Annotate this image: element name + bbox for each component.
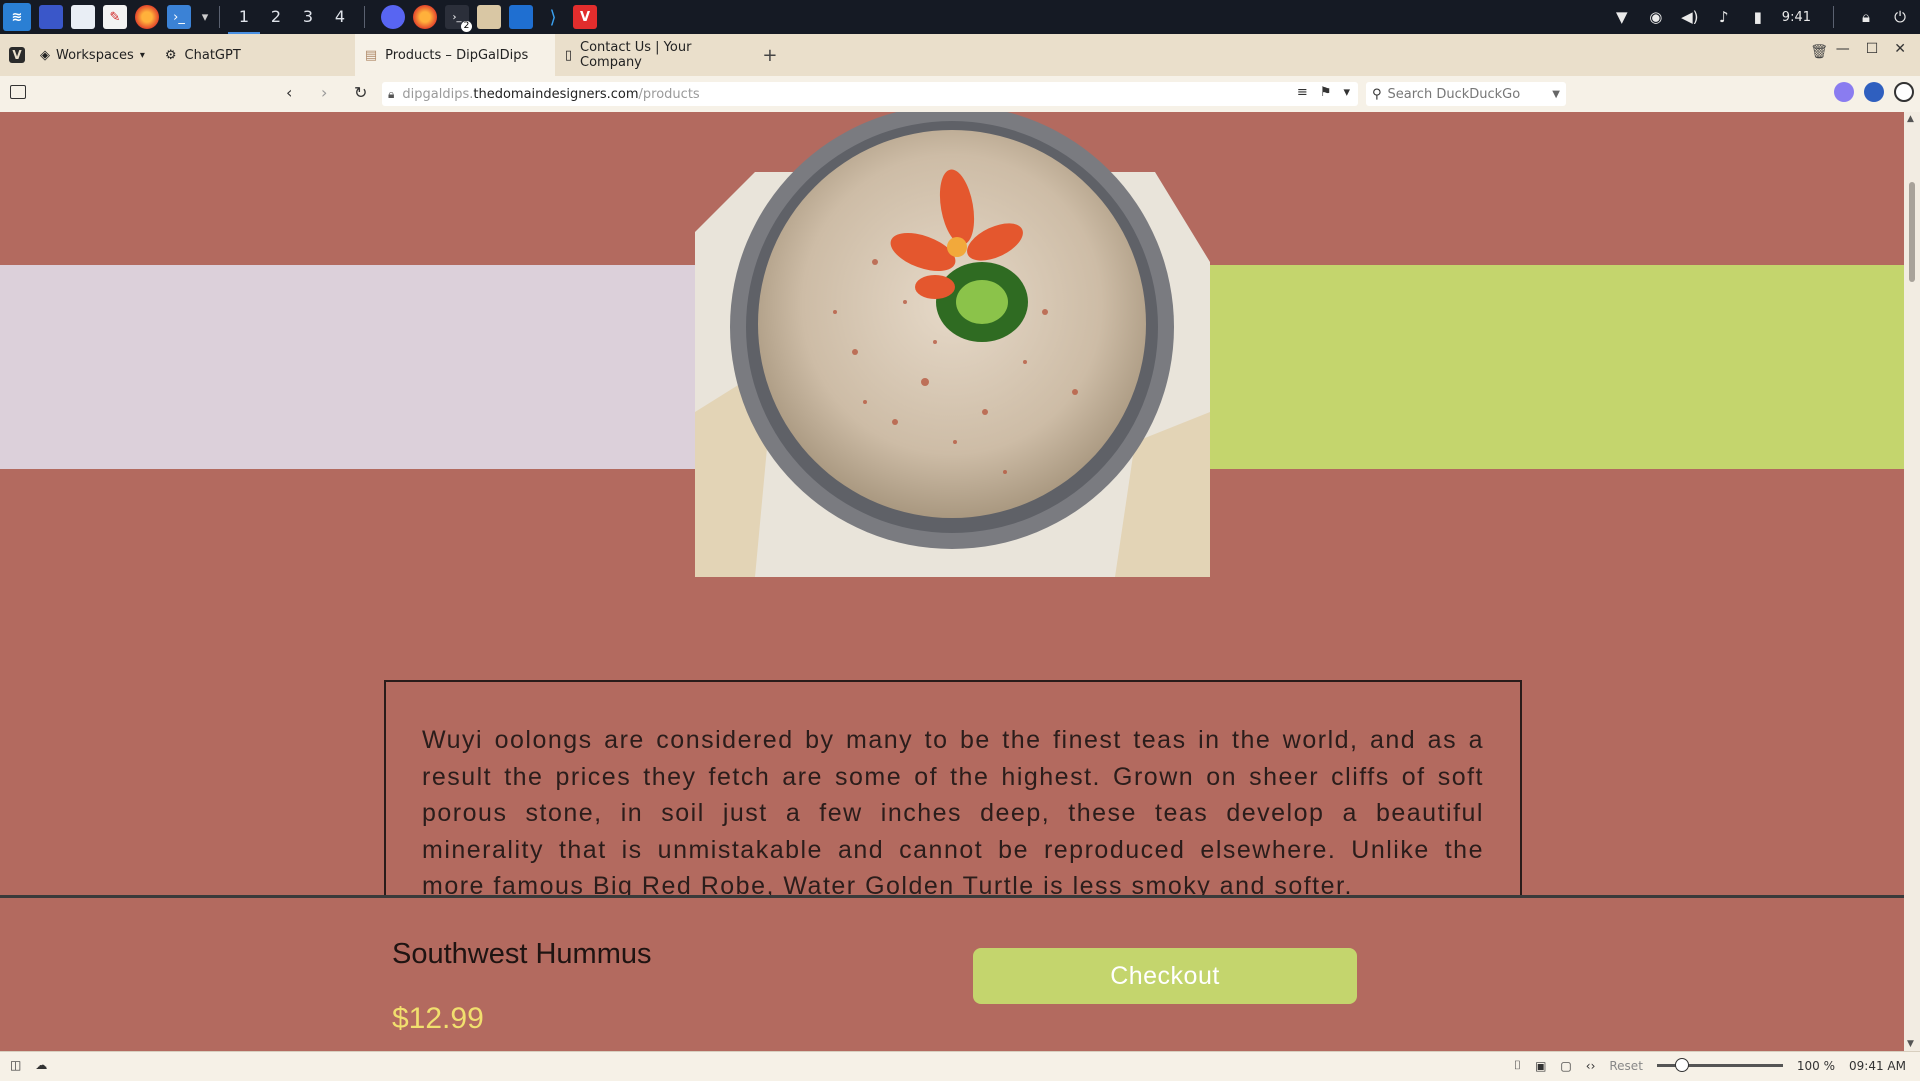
code-icon[interactable]: ‹› — [1586, 1059, 1596, 1073]
zoom-slider[interactable] — [1656, 1058, 1783, 1072]
globe-extension-icon[interactable] — [1864, 82, 1884, 102]
decorative-band-right — [1208, 265, 1904, 469]
taskbar-divider — [1833, 6, 1834, 28]
chevron-down-icon[interactable]: ▾ — [1343, 85, 1350, 100]
vscode-window-icon[interactable]: ⟩ — [541, 5, 565, 29]
status-clock: 09:41 AM — [1849, 1058, 1906, 1073]
terminal-icon[interactable]: ›_ — [167, 5, 191, 29]
chevron-down-icon[interactable]: ▼ — [1552, 89, 1560, 100]
panel-icon[interactable]: ◫ — [10, 1058, 21, 1072]
zoom-level: 100 % — [1796, 1058, 1836, 1073]
taskbar-divider — [219, 6, 220, 28]
desktop-icon[interactable] — [39, 5, 63, 29]
workspaces-button[interactable]: ◈ Workspaces ▾ — [34, 34, 155, 76]
tab-label: ChatGPT — [184, 47, 241, 63]
volume-icon[interactable]: ◀) — [1680, 7, 1700, 27]
lock-icon[interactable]: 🔒︎ — [388, 87, 394, 102]
notes-window-icon[interactable] — [477, 5, 501, 29]
taskbar-divider — [364, 6, 365, 28]
workspace-1[interactable]: 1 — [228, 0, 260, 34]
image-icon[interactable]: ▣ — [1535, 1059, 1546, 1073]
document-viewer-icon[interactable]: ✎ — [103, 5, 127, 29]
product-image — [695, 112, 1210, 577]
bookmark-icon[interactable]: ⚑ — [1320, 85, 1332, 100]
cloud-sync-icon[interactable]: ☁ — [35, 1058, 47, 1072]
purchase-bar: Southwest Hummus $12.99 Checkout — [0, 895, 1904, 1051]
workspaces-label: Workspaces — [56, 47, 134, 63]
discord-window-icon[interactable] — [381, 5, 405, 29]
notification-bell-icon[interactable]: ♪ — [1714, 7, 1734, 27]
product-price: $12.99 — [392, 1002, 484, 1035]
chevron-down-icon[interactable]: ▾ — [199, 5, 211, 29]
search-icon: ⚲ — [1372, 86, 1382, 102]
taskbar-clock: 9:41 — [1781, 9, 1811, 25]
wifi-icon[interactable]: ▼ — [1612, 7, 1632, 27]
vivaldi-menu-button[interactable]: V — [0, 34, 34, 76]
tiling-icon[interactable]: ▢ — [1560, 1059, 1571, 1073]
firefox-window-icon[interactable] — [413, 5, 437, 29]
close-icon[interactable]: ✕ — [1894, 41, 1906, 57]
url-subdomain: dipgaldips. — [402, 86, 474, 102]
workspace-4[interactable]: 4 — [324, 0, 356, 34]
openai-icon: ⚙ — [164, 47, 177, 63]
file-manager-icon[interactable] — [71, 5, 95, 29]
reload-button[interactable]: ↻ — [354, 83, 367, 102]
vivaldi-window-icon[interactable]: V — [573, 5, 597, 29]
scrollbar-thumb[interactable] — [1909, 182, 1915, 282]
checkout-button[interactable]: Checkout — [973, 948, 1357, 1004]
back-button[interactable]: ‹ — [286, 83, 292, 102]
tab-label: Contact Us | Your Company — [580, 40, 692, 70]
trash-icon[interactable]: 🗑︎ — [1810, 44, 1828, 60]
browser-tab-bar: V ◈ Workspaces ▾ ⚙ ChatGPT ▤ Products – … — [0, 34, 1920, 76]
power-icon[interactable]: ⏻ — [1890, 7, 1910, 27]
zoom-reset-button[interactable]: Reset — [1609, 1059, 1643, 1073]
os-taskbar: ≋ ✎ ›_ ▾ 1 2 3 4 ›_ 2 ⟩ V ▼ ◉ ◀) ♪ ▮ 9:41… — [0, 0, 1920, 34]
launcher-icon[interactable]: ≋ — [3, 3, 31, 31]
url-host: thedomaindesigners.com — [473, 86, 639, 102]
tab-label: Products – DipGalDips — [385, 47, 529, 63]
url-field[interactable]: 🔒︎ dipgaldips. thedomaindesigners.com /p… — [382, 82, 1358, 106]
product-description-box: Wuyi oolongs are considered by many to b… — [384, 680, 1522, 910]
profile-avatar-icon[interactable] — [1894, 82, 1914, 102]
terminal-window-icon[interactable]: ›_ 2 — [445, 5, 472, 32]
scroll-down-icon[interactable]: ▼ — [1907, 1039, 1914, 1049]
minimize-icon[interactable]: — — [1836, 41, 1850, 57]
document-icon: ▯ — [564, 47, 573, 63]
camera-icon[interactable]: ⌷ — [1514, 1058, 1521, 1073]
lock-icon[interactable]: 🔒︎ — [1856, 7, 1876, 27]
firefox-icon[interactable] — [135, 5, 159, 29]
tab-chatgpt[interactable]: ⚙ ChatGPT — [155, 34, 355, 76]
app-window-icon[interactable] — [509, 5, 533, 29]
scroll-up-icon[interactable]: ▲ — [1907, 114, 1914, 124]
vivaldi-logo-icon: V — [9, 47, 25, 63]
page-scrollbar[interactable]: ▲ ▼ — [1904, 112, 1920, 1051]
hummus-bowl-photo — [695, 112, 1210, 577]
chevron-down-icon: ▾ — [139, 49, 145, 61]
maximize-icon[interactable]: ☐ — [1866, 41, 1879, 57]
layers-icon: ◈ — [40, 47, 50, 63]
discord-tray-icon[interactable]: ◉ — [1646, 7, 1666, 27]
tab-contact[interactable]: ▯ Contact Us | Your Company — [555, 34, 755, 76]
window-count-badge: 2 — [461, 21, 472, 32]
page-viewport: Wuyi oolongs are considered by many to b… — [0, 112, 1904, 1051]
reader-view-icon[interactable]: ≡ — [1297, 85, 1308, 100]
address-toolbar: ‹ › ↻ 🔒︎ dipgaldips. thedomaindesigners.… — [0, 76, 1920, 113]
extension-icon[interactable] — [1834, 82, 1854, 102]
zoom-slider-knob[interactable] — [1674, 1058, 1689, 1072]
new-tab-button[interactable]: + — [755, 34, 785, 76]
browser-status-bar: ◫ ☁ ⌷ ▣ ▢ ‹› Reset 100 % 09:41 AM — [0, 1051, 1920, 1081]
forward-button[interactable]: › — [321, 83, 327, 102]
workspace-3[interactable]: 3 — [292, 0, 324, 34]
page-icon: ▤ — [364, 47, 378, 63]
search-field[interactable]: ⚲ Search DuckDuckGo ▼ — [1366, 82, 1566, 106]
workspace-2[interactable]: 2 — [260, 0, 292, 34]
decorative-band-left — [0, 265, 696, 469]
battery-icon[interactable]: ▮ — [1748, 7, 1768, 27]
product-description: Wuyi oolongs are considered by many to b… — [422, 726, 1484, 900]
panel-toggle-icon[interactable] — [10, 85, 26, 99]
search-placeholder: Search DuckDuckGo — [1387, 86, 1521, 102]
product-name: Southwest Hummus — [392, 938, 652, 970]
url-path: /products — [638, 86, 700, 102]
tab-products[interactable]: ▤ Products – DipGalDips — [354, 34, 555, 76]
